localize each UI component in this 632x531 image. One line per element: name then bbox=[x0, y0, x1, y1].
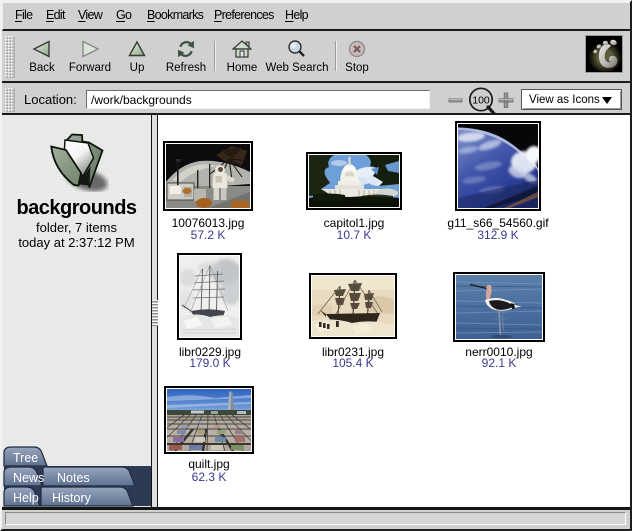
svg-text:Help: Help bbox=[13, 491, 39, 505]
svg-text:Tree: Tree bbox=[13, 451, 38, 465]
svg-text:History: History bbox=[52, 491, 92, 505]
svg-text:News: News bbox=[13, 471, 44, 485]
svg-text:100: 100 bbox=[472, 95, 490, 107]
svg-text:Notes: Notes bbox=[57, 471, 90, 485]
